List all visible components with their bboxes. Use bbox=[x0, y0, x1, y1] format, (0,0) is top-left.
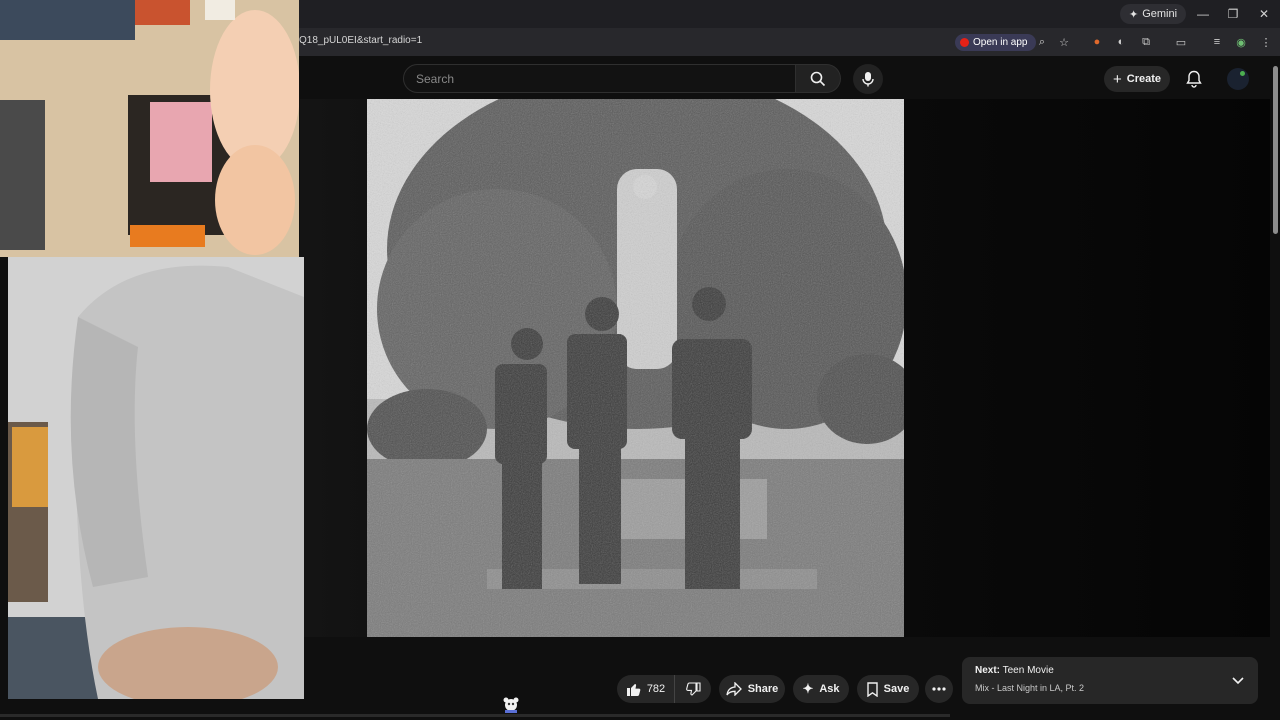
minimize-icon[interactable]: — bbox=[1188, 4, 1218, 24]
ask-button[interactable]: ✦ Ask bbox=[793, 675, 849, 703]
open-in-app-button[interactable]: Open in app bbox=[955, 34, 1036, 51]
share-label: Share bbox=[747, 683, 779, 695]
up-next-playlist: Mix - Last Night in LA, Pt. 2 bbox=[975, 683, 1085, 693]
address-bar[interactable]: Q18_pUL0EI&start_radio=1 bbox=[299, 35, 422, 46]
thumbs-down-icon bbox=[685, 681, 701, 696]
sparkle-icon: ✦ bbox=[802, 681, 814, 696]
voice-search-button[interactable] bbox=[853, 64, 883, 94]
restore-icon[interactable]: ❐ bbox=[1218, 4, 1248, 24]
dislike-button[interactable] bbox=[675, 675, 711, 703]
create-button[interactable]: + Create bbox=[1104, 66, 1170, 92]
like-button[interactable]: 782 bbox=[617, 675, 675, 703]
bell-icon bbox=[1186, 70, 1202, 88]
more-horizontal-icon bbox=[932, 687, 946, 691]
plus-icon: + bbox=[1112, 70, 1122, 88]
search-icon bbox=[810, 71, 826, 86]
more-actions-button[interactable] bbox=[925, 675, 953, 703]
browser-menu-icon[interactable]: ⋮ bbox=[1259, 35, 1273, 49]
screen: ✦ Gemini — ❐ ✕ Q18_pUL0EI&start_radio=1 … bbox=[0, 0, 1280, 720]
progress-track[interactable] bbox=[0, 714, 950, 717]
ask-label: Ask bbox=[819, 683, 840, 695]
share-arrow-icon bbox=[726, 682, 742, 696]
album-art bbox=[367, 99, 904, 637]
cursor-icon bbox=[503, 697, 519, 713]
cast-icon[interactable]: ▭ bbox=[1174, 35, 1188, 49]
chevron-down-icon[interactable] bbox=[1230, 672, 1246, 688]
like-count: 782 bbox=[646, 683, 666, 695]
like-dislike-group: 782 bbox=[617, 675, 711, 703]
search-button[interactable] bbox=[796, 64, 841, 93]
scrollbar-thumb[interactable] bbox=[1273, 66, 1278, 234]
open-in-app-label: Open in app bbox=[973, 37, 1028, 48]
share-button[interactable]: Share bbox=[719, 675, 785, 703]
youtube-logo-icon bbox=[960, 38, 969, 47]
profile-icon[interactable]: ◉ bbox=[1234, 35, 1248, 49]
search-box[interactable]: Search bbox=[403, 64, 796, 93]
media-controls-icon[interactable]: ≡ bbox=[1210, 35, 1224, 49]
up-next-card[interactable]: Next: Teen Movie Mix - Last Night in LA,… bbox=[962, 657, 1258, 704]
up-next-video-title: Teen Movie bbox=[1002, 665, 1054, 676]
create-label: Create bbox=[1126, 73, 1161, 85]
extension-icon[interactable]: ● bbox=[1090, 35, 1104, 49]
save-label: Save bbox=[883, 683, 910, 695]
bookmark-icon bbox=[866, 681, 878, 697]
gemini-label: Gemini bbox=[1142, 8, 1178, 20]
notifications-button[interactable] bbox=[1183, 68, 1205, 90]
thumbs-up-icon bbox=[626, 683, 641, 696]
extension-icon[interactable]: ◐ bbox=[1114, 35, 1128, 49]
sparkle-icon: ✦ bbox=[1129, 8, 1139, 21]
zoom-icon[interactable]: ⌕ bbox=[1035, 35, 1049, 49]
save-button[interactable]: Save bbox=[857, 675, 919, 703]
webcam-overlay-bottom bbox=[8, 257, 304, 699]
search-input[interactable]: Search bbox=[416, 72, 454, 86]
extensions-puzzle-icon[interactable]: ⧉ bbox=[1139, 35, 1153, 49]
close-icon[interactable]: ✕ bbox=[1249, 4, 1279, 24]
up-next-prefix: Next: bbox=[975, 665, 1001, 676]
bookmark-star-icon[interactable]: ☆ bbox=[1057, 35, 1071, 49]
gemini-button[interactable]: ✦ Gemini bbox=[1120, 4, 1187, 24]
up-next-title: Next: Teen Movie bbox=[975, 665, 1054, 676]
avatar[interactable] bbox=[1227, 68, 1249, 90]
microphone-icon bbox=[862, 72, 874, 87]
webcam-overlay-top bbox=[0, 0, 299, 257]
